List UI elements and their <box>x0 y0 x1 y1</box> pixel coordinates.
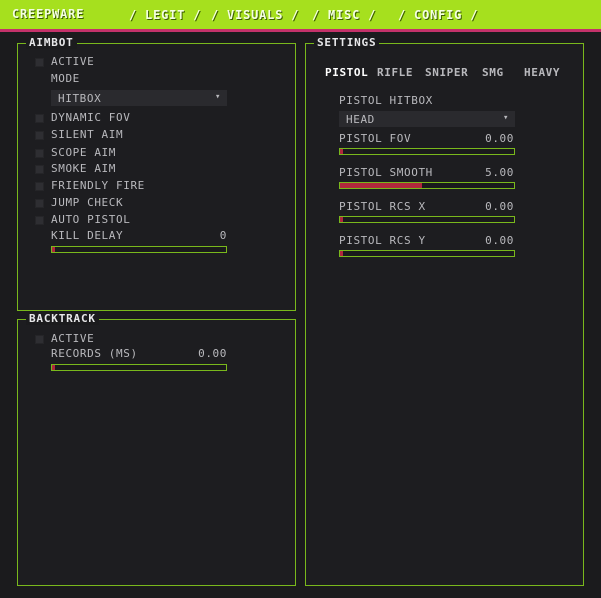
pistol-smooth-label: PISTOL SMOOTH <box>339 166 433 179</box>
pistol-rcs-y-label: PISTOL RCS Y <box>339 234 426 247</box>
scope-aim-checkbox[interactable]: SCOPE AIM <box>35 146 235 160</box>
tab-legit[interactable]: / LEGIT / <box>129 8 201 22</box>
weapon-tab-heavy[interactable]: HEAVY <box>524 66 560 79</box>
mode-select[interactable]: HITBOX ▾ <box>51 90 227 106</box>
checkbox-label: ACTIVE <box>51 332 95 345</box>
pistol-fov-slider[interactable] <box>339 148 515 155</box>
kill-delay-value: 0 <box>219 229 227 242</box>
weapon-tab-smg[interactable]: SMG <box>482 66 504 79</box>
checkbox-label: JUMP CHECK <box>51 196 124 209</box>
checkbox-box[interactable] <box>35 131 44 140</box>
pistol-smooth-value: 5.00 <box>485 166 514 179</box>
mode-label: MODE <box>51 72 80 85</box>
checkbox-box[interactable] <box>35 335 44 344</box>
kill-delay-label: KILL DELAY <box>51 229 124 242</box>
pistol-hitbox-label: PISTOL HITBOX <box>339 94 433 107</box>
backtrack-panel: BACKTRACK ACTIVE RECORDS (MS) 0.00 <box>17 312 296 586</box>
checkbox-box[interactable] <box>35 216 44 225</box>
aimbot-title: AIMBOT <box>26 36 77 49</box>
smoke-aim-checkbox[interactable]: SMOKE AIM <box>35 162 235 176</box>
pistol-smooth-slider[interactable] <box>339 182 515 189</box>
friendly-fire-checkbox[interactable]: FRIENDLY FIRE <box>35 179 235 193</box>
aimbot-panel: AIMBOT ACTIVE MODE HITBOX ▾ DYNAMIC FOV … <box>17 36 296 311</box>
checkbox-box[interactable] <box>35 58 44 67</box>
pistol-rcs-x-value: 0.00 <box>485 200 514 213</box>
hitbox-select-value: HEAD <box>346 113 375 126</box>
chevron-down-icon: ▾ <box>214 92 221 102</box>
records-label: RECORDS (MS) <box>51 347 138 360</box>
backtrack-title: BACKTRACK <box>26 312 99 325</box>
kill-delay-slider[interactable] <box>51 246 227 253</box>
pistol-rcs-x-slider[interactable] <box>339 216 515 223</box>
slider-fill <box>340 149 344 154</box>
checkbox-label: SCOPE AIM <box>51 146 117 159</box>
pistol-rcs-y-slider[interactable] <box>339 250 515 257</box>
settings-title: SETTINGS <box>314 36 380 49</box>
brand-logo: CREEPWARE <box>12 7 85 21</box>
slider-fill <box>340 217 344 222</box>
aimbot-active-checkbox[interactable]: ACTIVE <box>35 55 235 69</box>
checkbox-box[interactable] <box>35 165 44 174</box>
tab-config[interactable]: / CONFIG / <box>398 8 478 22</box>
weapon-tab-sniper[interactable]: SNIPER <box>425 66 468 79</box>
silent-aim-checkbox[interactable]: SILENT AIM <box>35 128 235 142</box>
weapon-tab-pistol[interactable]: PISTOL <box>325 66 368 79</box>
checkbox-box[interactable] <box>35 199 44 208</box>
checkbox-box[interactable] <box>35 114 44 123</box>
pistol-fov-label: PISTOL FOV <box>339 132 412 145</box>
checkbox-box[interactable] <box>35 149 44 158</box>
checkbox-label: ACTIVE <box>51 55 95 68</box>
checkbox-label: SMOKE AIM <box>51 162 117 175</box>
top-bar: CREEPWARE / LEGIT / / VISUALS / / MISC /… <box>0 0 601 32</box>
slider-fill <box>52 365 56 370</box>
tab-misc[interactable]: / MISC / <box>312 8 376 22</box>
checkbox-label: SILENT AIM <box>51 128 124 141</box>
checkbox-label: DYNAMIC FOV <box>51 111 131 124</box>
records-slider[interactable] <box>51 364 227 371</box>
checkbox-box[interactable] <box>35 182 44 191</box>
slider-fill <box>340 183 422 188</box>
pistol-rcs-y-value: 0.00 <box>485 234 514 247</box>
slider-fill <box>340 251 344 256</box>
weapon-tab-rifle[interactable]: RIFLE <box>377 66 413 79</box>
dynamic-fov-checkbox[interactable]: DYNAMIC FOV <box>35 111 235 125</box>
pistol-rcs-x-label: PISTOL RCS X <box>339 200 426 213</box>
checkbox-label: AUTO PISTOL <box>51 213 131 226</box>
mode-select-value: HITBOX <box>58 92 102 105</box>
tab-visuals[interactable]: / VISUALS / <box>211 8 299 22</box>
jump-check-checkbox[interactable]: JUMP CHECK <box>35 196 235 210</box>
records-value: 0.00 <box>198 347 227 360</box>
checkbox-label: FRIENDLY FIRE <box>51 179 145 192</box>
backtrack-active-checkbox[interactable]: ACTIVE <box>35 332 235 346</box>
pistol-fov-value: 0.00 <box>485 132 514 145</box>
chevron-down-icon: ▾ <box>502 113 509 123</box>
slider-fill <box>52 247 56 252</box>
pistol-hitbox-select[interactable]: HEAD ▾ <box>339 111 515 127</box>
auto-pistol-checkbox[interactable]: AUTO PISTOL <box>35 213 235 227</box>
